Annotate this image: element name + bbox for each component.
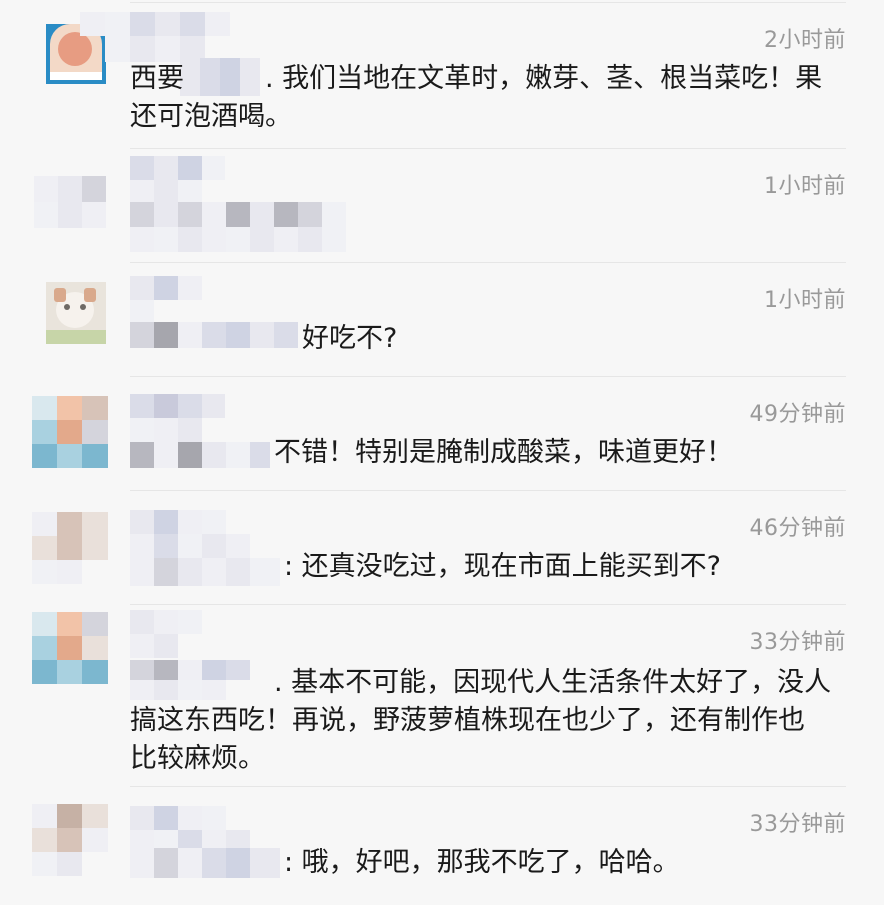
nickname-blurred[interactable] [130, 510, 270, 558]
comment-text: 西要 . 我们当地在文革时，嫩芽、茎、根当菜吃！果 还可泡酒喝。 [130, 63, 823, 132]
avatar[interactable] [46, 282, 106, 344]
divider [130, 786, 846, 787]
divider [130, 490, 846, 491]
timestamp: 49分钟前 [749, 402, 846, 427]
avatar[interactable] [32, 512, 108, 584]
comment-text: : 哦，好吧，那我不吃了，哈哈。 [284, 847, 680, 878]
reply-target-blurred[interactable] [130, 848, 280, 878]
nickname-blurred[interactable] [130, 156, 225, 204]
reply-target-blurred[interactable] [130, 322, 298, 348]
nickname-blurred[interactable] [130, 276, 202, 324]
avatar[interactable] [32, 612, 108, 684]
nickname-blurred[interactable] [130, 610, 225, 658]
divider [130, 376, 846, 377]
reply-target-blurred[interactable] [130, 558, 280, 586]
timestamp: 33分钟前 [749, 630, 846, 655]
comment-text: 好吃不? [302, 323, 398, 354]
timestamp: 2小时前 [764, 28, 846, 53]
comment-text-blurred [130, 202, 346, 252]
reply-target-blurred[interactable] [130, 442, 270, 468]
avatar[interactable] [32, 804, 108, 876]
comment-text: 不错！特别是腌制成酸菜，味道更好！ [274, 437, 733, 468]
timestamp: 1小时前 [764, 174, 846, 199]
timestamp: 1小时前 [764, 288, 846, 313]
timestamp: 46分钟前 [749, 516, 846, 541]
divider [130, 148, 846, 149]
timestamp: 33分钟前 [749, 812, 846, 837]
divider [130, 604, 846, 605]
comment-text: . 基本不可能，因现代人生活条件太好了，没人 搞这东西吃！再说，野菠萝植株现在也… [130, 667, 832, 774]
avatar[interactable] [34, 176, 106, 228]
comment-text: : 还真没吃过，现在市面上能买到不? [284, 551, 722, 582]
divider [130, 262, 846, 263]
nickname-blurred[interactable] [130, 394, 225, 442]
avatar[interactable] [32, 396, 108, 468]
top-divider [130, 2, 846, 3]
nickname-blurred[interactable] [130, 806, 270, 854]
